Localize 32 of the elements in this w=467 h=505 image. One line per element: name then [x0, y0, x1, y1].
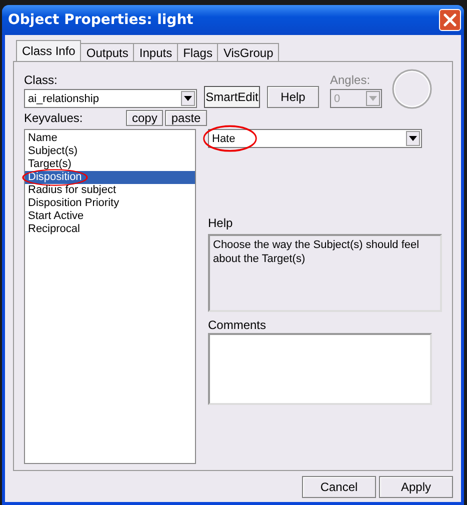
close-icon: [443, 13, 457, 27]
help-label: Help: [208, 216, 234, 230]
tab[interactable]: VisGroup: [217, 43, 280, 61]
class-label: Class:: [24, 73, 58, 87]
tab[interactable]: Class Info: [16, 40, 82, 61]
close-button[interactable]: [439, 9, 461, 31]
class-dropdown[interactable]: ai_relationship: [24, 89, 197, 108]
paste-button[interactable]: paste: [165, 110, 207, 126]
keyvalue-item[interactable]: Target(s): [25, 158, 195, 171]
comments-label: Comments: [208, 318, 268, 332]
dialog-button[interactable]: Apply: [379, 476, 453, 498]
tab[interactable]: Outputs: [80, 43, 134, 61]
help-button[interactable]: Help: [267, 86, 319, 108]
dialog-button[interactable]: Cancel: [302, 476, 376, 498]
value-dropdown[interactable]: Hate: [208, 129, 422, 148]
keyvalues-label: Keyvalues:: [24, 111, 84, 125]
keyvalue-item[interactable]: Reciprocal: [25, 223, 195, 236]
comments-field[interactable]: [208, 333, 432, 405]
keyvalue-item[interactable]: Disposition: [25, 171, 195, 184]
tab[interactable]: Flags: [177, 43, 218, 61]
keyvalue-item[interactable]: Name: [25, 132, 195, 145]
keyvalue-item[interactable]: Disposition Priority: [25, 197, 195, 210]
angle-dial[interactable]: [391, 68, 433, 110]
tab[interactable]: Inputs: [133, 43, 178, 61]
window-title: Object Properties: light: [8, 12, 194, 28]
keyvalue-item[interactable]: Subject(s): [25, 145, 195, 158]
keyvalue-item[interactable]: Radius for subject: [25, 184, 195, 197]
smartedit-button[interactable]: SmartEdit: [204, 86, 260, 108]
help-text: Choose the way the Subject(s) should feel about the Target(s): [213, 239, 420, 265]
angles-label: Angles:: [330, 73, 372, 87]
copy-button[interactable]: copy: [126, 110, 164, 126]
keyvalue-item[interactable]: Start Active: [25, 210, 195, 223]
